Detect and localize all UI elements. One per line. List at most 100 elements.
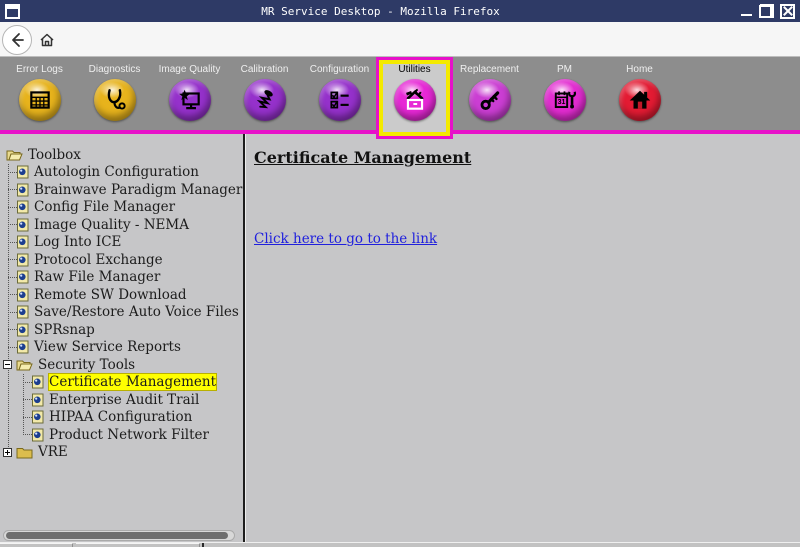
- open-folder-icon: [16, 358, 33, 371]
- tree-branch-line: [8, 347, 17, 348]
- tree-item-config-file-manager[interactable]: Config File Manager: [8, 199, 243, 217]
- browser-toolbar: [0, 22, 800, 57]
- tree-item-security-tools[interactable]: Security Tools: [3, 356, 243, 374]
- tree-branch-line: [8, 242, 17, 243]
- toolbar-button-home[interactable]: Home: [602, 57, 677, 134]
- toolbar-button-label: Replacement: [452, 64, 527, 75]
- document-leaf-icon: [17, 288, 29, 302]
- diagnostics-icon[interactable]: [94, 79, 136, 121]
- minimize-icon[interactable]: [741, 4, 753, 18]
- error-logs-icon[interactable]: [19, 79, 61, 121]
- tree-item-save-restore-auto-voice-files[interactable]: Save/Restore Auto Voice Files: [8, 304, 243, 322]
- document-leaf-icon: [32, 410, 44, 424]
- tree-item-certificate-management[interactable]: Certificate Management: [23, 374, 243, 392]
- image-quality-icon[interactable]: [169, 79, 211, 121]
- document-leaf-icon: [17, 165, 29, 179]
- toolbar-button-diagnostics[interactable]: Diagnostics: [77, 57, 152, 134]
- document-leaf-icon: [32, 375, 44, 389]
- status-strip: [0, 542, 800, 547]
- tree-item-label: Product Network Filter: [49, 427, 209, 443]
- toolbar-button-calibration[interactable]: Calibration: [227, 57, 302, 134]
- tree-item-autologin-configuration[interactable]: Autologin Configuration: [8, 164, 243, 182]
- app-toolbar: Error LogsDiagnosticsImage QualityCalibr…: [0, 57, 800, 134]
- certificate-management-link[interactable]: Click here to go to the link: [254, 231, 437, 247]
- tree-item-label: Enterprise Audit Trail: [49, 392, 199, 408]
- tree-item-label: Config File Manager: [34, 199, 175, 215]
- tree-branch-line: [8, 312, 17, 313]
- tree-branch-line: [8, 259, 17, 260]
- sidebar-tree-panel: ToolboxAutologin Configuration Brainwave …: [0, 134, 245, 547]
- document-leaf-icon: [32, 428, 44, 442]
- tree-item-label: SPRsnap: [34, 322, 95, 338]
- document-leaf-icon: [32, 393, 44, 407]
- toolbar-button-error-logs[interactable]: Error Logs: [2, 57, 77, 134]
- horizontal-scrollbar[interactable]: [3, 530, 235, 541]
- tree-item-label: Protocol Exchange: [34, 252, 163, 268]
- tree-branch-line: [8, 277, 17, 278]
- toolbar-button-label: PM: [527, 64, 602, 75]
- tree-branch-line: [8, 207, 17, 208]
- tree-item-label: View Service Reports: [34, 339, 181, 355]
- utilities-icon[interactable]: [394, 79, 436, 121]
- toolbar-button-image-quality[interactable]: Image Quality: [152, 57, 227, 134]
- tree-item-image-quality-nema[interactable]: Image Quality - NEMA: [8, 216, 243, 234]
- status-tick: [202, 543, 204, 547]
- toolbar-button-label: Calibration: [227, 64, 302, 75]
- toolbar-button-utilities[interactable]: Utilities: [377, 57, 452, 134]
- tree-item-label: Raw File Manager: [34, 269, 160, 285]
- calibration-icon[interactable]: [244, 79, 286, 121]
- tree-item-vre[interactable]: VRE: [3, 444, 243, 462]
- restore-icon[interactable]: [759, 4, 774, 18]
- replacement-icon[interactable]: [469, 79, 511, 121]
- document-leaf-icon: [17, 253, 29, 267]
- tree-branch-line: [8, 172, 17, 173]
- tree-item-label: Autologin Configuration: [34, 164, 199, 180]
- tree-item-label: Remote SW Download: [34, 287, 187, 303]
- tree-branch-line: [8, 294, 17, 295]
- tree-item-brainwave-paradigm-manager[interactable]: Brainwave Paradigm Manager: [8, 181, 243, 199]
- status-segment: [0, 543, 73, 547]
- toolbar-button-pm[interactable]: PM 31: [527, 57, 602, 134]
- tree-item-sprsnap[interactable]: SPRsnap: [8, 321, 243, 339]
- window-menu-icon[interactable]: [5, 4, 20, 19]
- tree-item-label: HIPAA Configuration: [49, 409, 192, 425]
- toolbar-button-label: Utilities: [377, 64, 452, 75]
- open-folder-icon: [6, 148, 23, 161]
- toolbar-button-replacement[interactable]: Replacement: [452, 57, 527, 134]
- configuration-icon[interactable]: [319, 79, 361, 121]
- window-title: MR Service Desktop - Mozilla Firefox: [20, 5, 741, 18]
- document-leaf-icon: [17, 305, 29, 319]
- close-icon[interactable]: [780, 4, 795, 19]
- app-window: MR Service Desktop - Mozilla Firefox Err…: [0, 0, 800, 547]
- document-leaf-icon: [17, 200, 29, 214]
- tree-item-toolbox[interactable]: Toolbox: [6, 146, 243, 164]
- collapse-toggle-icon[interactable]: [3, 360, 12, 369]
- content-area: ToolboxAutologin Configuration Brainwave …: [0, 134, 800, 547]
- back-arrow-icon[interactable]: [2, 25, 32, 55]
- tree-item-product-network-filter[interactable]: Product Network Filter: [23, 426, 243, 444]
- tree-item-remote-sw-download[interactable]: Remote SW Download: [8, 286, 243, 304]
- tree-item-label: Save/Restore Auto Voice Files: [34, 304, 239, 320]
- tree-item-raw-file-manager[interactable]: Raw File Manager: [8, 269, 243, 287]
- home-icon[interactable]: [38, 31, 56, 49]
- pm-icon[interactable]: 31: [544, 79, 586, 121]
- tree-item-protocol-exchange[interactable]: Protocol Exchange: [8, 251, 243, 269]
- tree-branch-line: [8, 224, 17, 225]
- document-leaf-icon: [17, 218, 29, 232]
- toolbar-button-label: Image Quality: [152, 64, 227, 75]
- expand-toggle-icon[interactable]: [3, 448, 12, 457]
- tree-item-log-into-ice[interactable]: Log Into ICE: [8, 234, 243, 252]
- tree-branch-line: [8, 329, 17, 330]
- tree-item-view-service-reports[interactable]: View Service Reports: [8, 339, 243, 357]
- document-leaf-icon: [17, 235, 29, 249]
- tree-item-label: Toolbox: [28, 147, 81, 163]
- tree-item-hipaa-configuration[interactable]: HIPAA Configuration: [23, 409, 243, 427]
- home-red-icon[interactable]: [619, 79, 661, 121]
- status-segment: [76, 543, 200, 547]
- tree-item-label: Brainwave Paradigm Manager: [34, 182, 242, 198]
- tree-item-enterprise-audit-trail[interactable]: Enterprise Audit Trail: [23, 391, 243, 409]
- horizontal-scrollbar-thumb[interactable]: [6, 532, 228, 539]
- toolbar-button-label: Diagnostics: [77, 64, 152, 75]
- toolbox-tree: ToolboxAutologin Configuration Brainwave …: [0, 134, 243, 461]
- toolbar-button-configuration[interactable]: Configuration: [302, 57, 377, 134]
